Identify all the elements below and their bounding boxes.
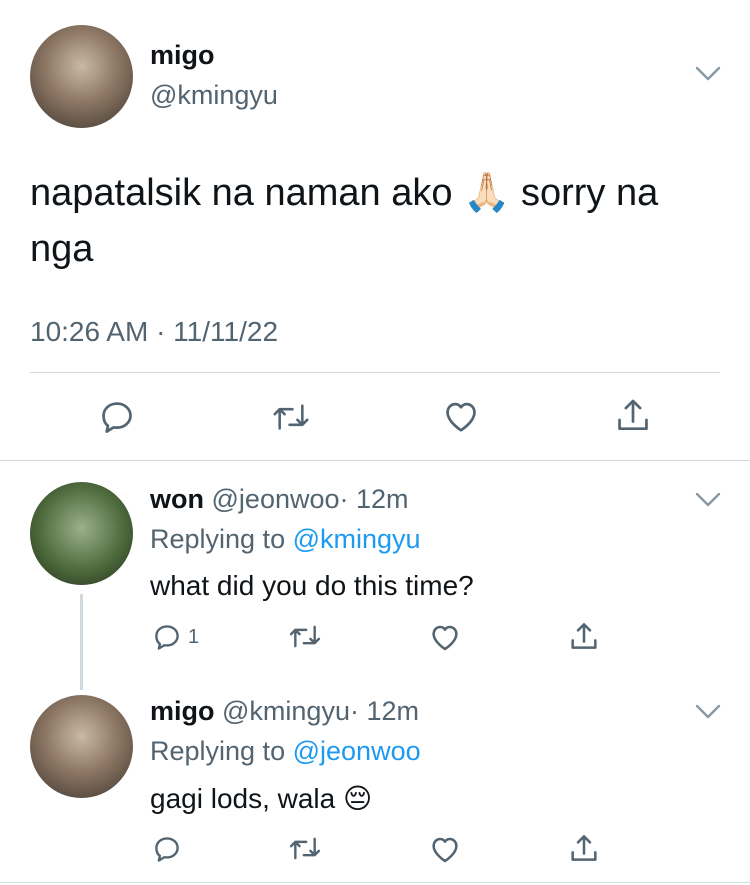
main-handle[interactable]: @kmingyu — [150, 80, 278, 111]
chevron-down-icon[interactable] — [695, 704, 721, 720]
main-display-name[interactable]: migo — [150, 40, 215, 71]
main-timestamp: 10:26 AM · 11/11/22 — [30, 316, 279, 347]
reply-time: · 12m — [349, 696, 419, 726]
avatar-migo[interactable] — [30, 25, 133, 128]
reply-header: won @jeonwoo· 12m — [150, 484, 409, 515]
chevron-down-icon[interactable] — [695, 66, 721, 82]
divider — [30, 372, 720, 373]
replying-to-handle[interactable]: @jeonwoo — [293, 736, 421, 766]
share-icon[interactable] — [568, 832, 600, 866]
reply-icon[interactable] — [98, 398, 136, 436]
bottom-divider — [0, 882, 750, 883]
avatar-migo[interactable] — [30, 695, 133, 798]
chevron-down-icon[interactable] — [695, 492, 721, 508]
like-icon[interactable] — [429, 834, 461, 864]
reply-handle[interactable]: @kmingyu — [222, 696, 350, 726]
replying-label: Replying to — [150, 736, 286, 766]
like-icon[interactable] — [442, 398, 480, 434]
like-icon[interactable] — [429, 622, 461, 652]
reply-handle[interactable]: @jeonwoo — [212, 484, 340, 514]
reply-time: · 12m — [339, 484, 409, 514]
reply-count: 1 — [188, 626, 200, 648]
avatar-won[interactable] — [30, 482, 133, 585]
main-tweet-text: napatalsik na naman ako 🙏🏻 sorry na nga — [30, 172, 659, 270]
section-divider — [0, 460, 750, 461]
retweet-icon[interactable] — [288, 834, 322, 863]
replying-to-handle[interactable]: @kmingyu — [293, 524, 421, 554]
thread-line — [80, 594, 83, 690]
reply-header: migo @kmingyu· 12m — [150, 696, 419, 727]
replying-to: Replying to @kmingyu — [150, 524, 421, 555]
share-icon[interactable] — [568, 620, 600, 654]
reply-text: gagi lods, wala 😔 — [150, 783, 373, 814]
reply-display-name[interactable]: migo — [150, 696, 215, 726]
reply-icon[interactable] — [152, 622, 182, 652]
retweet-icon[interactable] — [271, 400, 311, 434]
reply-display-name[interactable]: won — [150, 484, 204, 514]
reply-icon[interactable] — [152, 834, 182, 864]
replying-to: Replying to @jeonwoo — [150, 736, 421, 767]
reply-text: what did you do this time? — [150, 570, 474, 601]
replying-label: Replying to — [150, 524, 286, 554]
share-icon[interactable] — [614, 396, 652, 436]
retweet-icon[interactable] — [288, 622, 322, 651]
